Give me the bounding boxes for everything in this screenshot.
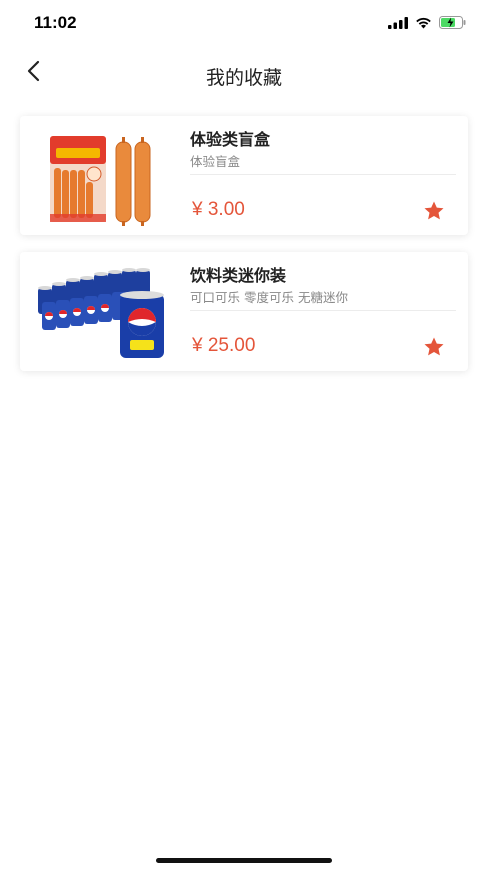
item-subtitle: 体验盲盒 [190, 154, 241, 169]
item-subtitle: 可口可乐 零度可乐 无糖迷你 [190, 290, 348, 305]
favorite-item-card[interactable]: 饮料类迷你装 可口可乐 零度可乐 无糖迷你 ¥ 25.00 [20, 252, 468, 371]
nav-bar: 我的收藏 [0, 46, 488, 98]
item-title: 饮料类迷你装 [190, 266, 287, 285]
home-indicator[interactable] [156, 858, 332, 863]
sausage-product-image [50, 136, 151, 226]
cola-product-image [38, 268, 164, 358]
page-title: 我的收藏 [205, 67, 282, 89]
item-price: ¥ 25.00 [192, 335, 256, 356]
star-filled-icon[interactable] [422, 199, 446, 223]
battery-charging-icon [439, 16, 466, 29]
divider [190, 174, 456, 175]
star-filled-icon[interactable] [422, 335, 446, 359]
divider [190, 310, 456, 311]
item-price: ¥ 3.00 [192, 199, 245, 220]
wifi-icon [416, 17, 431, 28]
status-icons [388, 16, 466, 29]
status-time: 11:02 [34, 13, 77, 32]
status-bar: 11:02 [0, 0, 488, 46]
item-info: 饮料类迷你装 可口可乐 零度可乐 无糖迷你 ¥ 25.00 [190, 252, 456, 371]
signal-icon [388, 16, 408, 29]
item-title: 体验类盲盒 [190, 130, 271, 149]
favorite-item-card[interactable]: 体验类盲盒 体验盲盒 ¥ 3.00 [20, 116, 468, 235]
item-info: 体验类盲盒 体验盲盒 ¥ 3.00 [190, 116, 456, 235]
